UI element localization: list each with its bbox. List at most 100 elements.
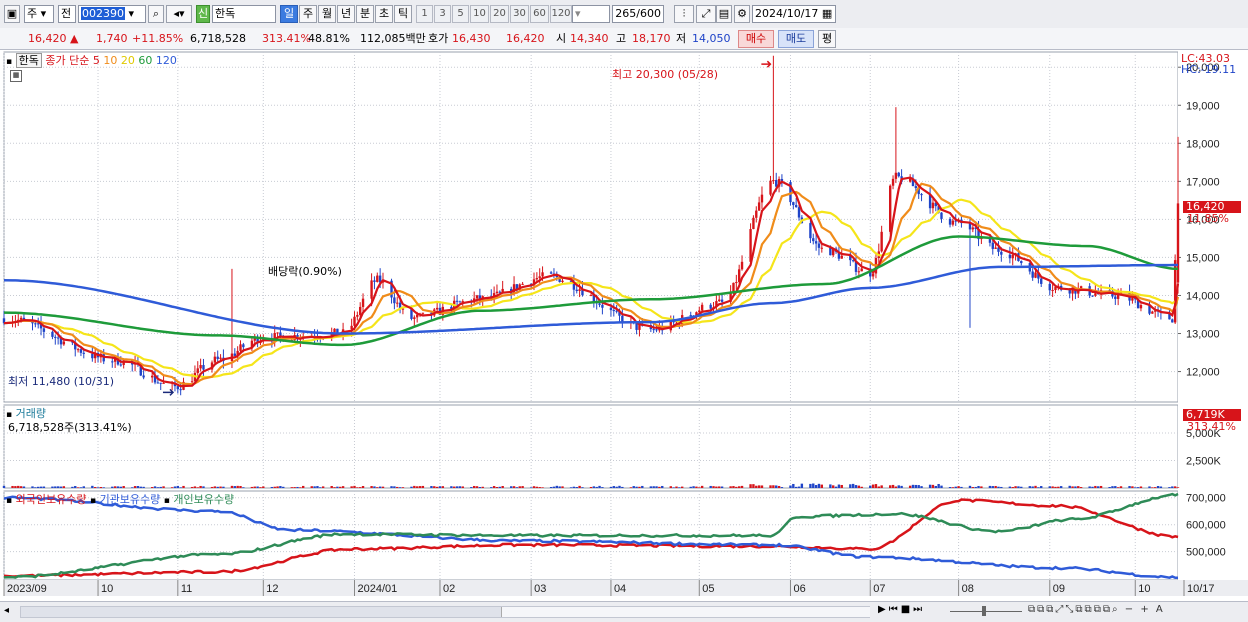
period-tab[interactable]: 년 bbox=[337, 5, 355, 23]
candle-body bbox=[458, 301, 462, 303]
volume-bar bbox=[1136, 487, 1140, 488]
volume-bar bbox=[869, 485, 872, 488]
price-legend: ▪ 한독 종가 단순 5 10 20 60 120 bbox=[6, 52, 177, 68]
period-tab[interactable]: 초 bbox=[375, 5, 393, 23]
candle-body bbox=[812, 238, 815, 242]
period-tab[interactable]: 월 bbox=[318, 5, 336, 23]
period-tab[interactable]: 주 bbox=[299, 5, 317, 23]
candle-body bbox=[612, 310, 615, 312]
minute-tab[interactable]: 20 bbox=[490, 5, 509, 23]
chart-canvas[interactable]: 12,00013,00014,00015,00016,00017,00018,0… bbox=[0, 50, 1248, 602]
volume-bar bbox=[37, 486, 40, 488]
minute-tab[interactable]: 10 bbox=[470, 5, 489, 23]
volume-bar bbox=[358, 487, 362, 488]
holdings-dot-icon: ▪ bbox=[89, 496, 97, 506]
count-field[interactable]: 265/600 bbox=[612, 5, 664, 23]
candle-body bbox=[541, 272, 544, 277]
interval-select[interactable]: ▾ bbox=[572, 5, 610, 23]
period-tab[interactable]: 틱 bbox=[394, 5, 412, 23]
volume-bar bbox=[894, 486, 898, 488]
minute-tab[interactable]: 60 bbox=[530, 5, 549, 23]
save-icon[interactable]: ▤ bbox=[716, 5, 732, 23]
date-field[interactable]: 2024/10/17 ▦ bbox=[752, 5, 836, 23]
code-input[interactable]: 002390 ▾ bbox=[78, 5, 146, 23]
scroll-left-icon[interactable]: ◂ bbox=[4, 605, 9, 616]
volume-bar bbox=[256, 486, 259, 488]
volume-bar bbox=[635, 486, 638, 488]
sell-button[interactable]: 매도 bbox=[778, 30, 814, 48]
candle-icon[interactable]: ⫶ bbox=[674, 5, 694, 23]
volume-bar bbox=[914, 484, 918, 488]
eval-button[interactable]: 평 bbox=[818, 30, 836, 48]
legend-stock[interactable]: 한독 bbox=[15, 53, 42, 68]
volume-bar bbox=[313, 486, 316, 488]
minute-tab[interactable]: 1 bbox=[416, 5, 433, 23]
volume-bar bbox=[1011, 487, 1014, 488]
volume-bar bbox=[150, 487, 154, 488]
minute-tab[interactable]: 5 bbox=[452, 5, 469, 23]
volume-bar bbox=[954, 486, 957, 488]
volume-bar bbox=[612, 486, 615, 488]
gear-icon[interactable]: ⚙ bbox=[734, 5, 750, 23]
scroll-thumb[interactable] bbox=[501, 607, 870, 617]
volume-bar bbox=[39, 486, 43, 488]
volume-ratio: 313.41% bbox=[262, 32, 311, 45]
scope-select[interactable]: 전 bbox=[58, 5, 76, 23]
candle-body bbox=[196, 368, 199, 373]
buy-button[interactable]: 매수 bbox=[738, 30, 774, 48]
candle-body bbox=[1040, 278, 1043, 284]
x-axis-label: 10/17 bbox=[1187, 583, 1215, 595]
candle-body bbox=[794, 205, 798, 208]
candle-body bbox=[535, 278, 539, 280]
volume-bar bbox=[330, 485, 333, 488]
volume-bar bbox=[1176, 487, 1180, 488]
minute-tab[interactable]: 30 bbox=[510, 5, 529, 23]
volume-bar bbox=[1139, 486, 1143, 488]
credit-badge: 신 bbox=[196, 5, 210, 23]
volume-bar bbox=[709, 485, 712, 488]
view-tool-icons[interactable]: ⧉⧉⧉⤢⤡⧉⧉⧉⧉⌕ − + A bbox=[1028, 604, 1165, 615]
chart-scrollbar[interactable]: ◂ ▶⏮■⏭ ⧉⧉⧉⤢⤡⧉⧉⧉⧉⌕ − + A bbox=[0, 601, 1248, 622]
market-select[interactable]: 주 ▾ bbox=[24, 5, 54, 23]
table-icon[interactable]: ▦ bbox=[10, 70, 22, 82]
candle-body bbox=[578, 289, 581, 292]
draw-icon[interactable]: ⤢ bbox=[696, 5, 716, 23]
volume-bar bbox=[341, 486, 345, 488]
volume-bar bbox=[1148, 486, 1151, 488]
stock-name-field[interactable]: 한독 bbox=[212, 5, 276, 23]
playback-controls[interactable]: ▶⏮■⏭ bbox=[878, 604, 925, 615]
candle-body bbox=[1051, 290, 1054, 292]
candle-body bbox=[857, 271, 861, 273]
candle-body bbox=[829, 247, 832, 256]
volume-bar bbox=[555, 485, 558, 488]
layout-icon[interactable]: ▣ bbox=[4, 5, 20, 23]
period-tab[interactable]: 일 bbox=[280, 5, 298, 23]
period-tab[interactable]: 분 bbox=[356, 5, 374, 23]
holdings-tick-label: 600,000 bbox=[1186, 520, 1226, 532]
chart-area: 12,000 13,000 14,000 15,000 16,000 17,000 18,0… bbox=[0, 50, 1248, 602]
volume-bar bbox=[655, 486, 658, 488]
volume-bar bbox=[1119, 486, 1123, 488]
speaker-icon[interactable]: ◂▾ bbox=[166, 5, 192, 23]
volume-bar bbox=[1108, 486, 1111, 488]
volume-bar bbox=[552, 486, 556, 488]
candle-body bbox=[772, 180, 775, 182]
volume-bar bbox=[760, 485, 764, 488]
volume-bar bbox=[735, 486, 738, 488]
candle-body bbox=[920, 194, 923, 196]
volume-bar bbox=[960, 486, 963, 488]
volume-bar bbox=[1088, 486, 1091, 488]
minute-tab[interactable]: 120 bbox=[550, 5, 572, 23]
low-annotation: 최저 11,480 (10/31) bbox=[8, 375, 115, 388]
candle-body bbox=[213, 356, 217, 363]
volume-bar bbox=[242, 487, 245, 488]
volume-bar bbox=[609, 486, 613, 488]
scroll-track[interactable] bbox=[20, 606, 870, 618]
search-icon[interactable]: ⌕ bbox=[148, 5, 164, 23]
minute-tab[interactable]: 3 bbox=[434, 5, 451, 23]
zoom-slider[interactable] bbox=[950, 604, 1022, 618]
price-tick-label: 13,000 bbox=[1186, 329, 1220, 341]
volume-bar bbox=[2, 485, 6, 488]
candle-body bbox=[79, 349, 83, 353]
legend-institution: 기관보유수량 bbox=[99, 493, 161, 506]
